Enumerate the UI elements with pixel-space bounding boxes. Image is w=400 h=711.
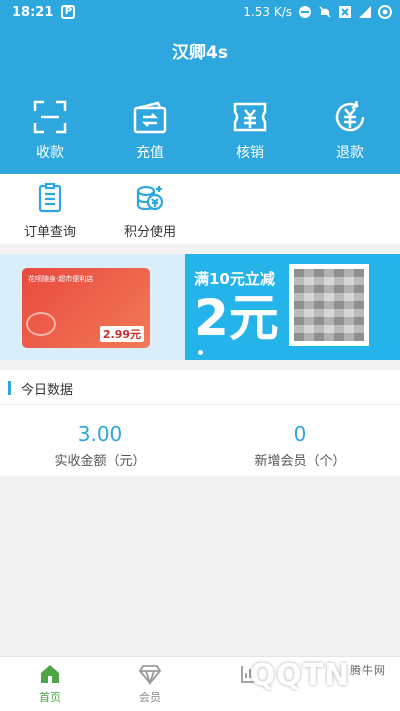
refund-label: 退款 [336,145,364,161]
order-query-label: 订单查询 [23,225,76,240]
section-accent-bar [8,381,11,395]
collect-payment-button[interactable]: 收款 [0,99,100,162]
banner-card-title: 花呗随身·超市便利店 [28,275,94,283]
banner-promo-line2: 2元 [194,289,279,347]
banner-card-price: 2.99元 [99,326,144,342]
today-data-section: 今日数据 3.00 实收金额（元） 0 新增会员（个） [0,370,400,476]
points-use-button[interactable]: 积分使用 [100,174,200,244]
refund-button[interactable]: 退款 [300,99,400,162]
signal-icon [359,6,371,18]
received-amount-stat: 3.00 实收金额（元） [0,422,200,469]
primary-actions: 收款 充值 核销 退款 [0,99,400,162]
battery-icon [378,5,392,19]
section-divider [0,404,400,405]
refund-icon [335,100,365,132]
tab-members-label: 会员 [139,691,161,704]
recharge-label: 充值 [136,145,164,161]
dnd-icon [299,6,311,18]
secondary-actions: 订单查询 积分使用 [0,174,400,244]
banner-page-indicator [198,350,203,355]
received-amount-value: 3.00 [77,422,123,446]
points-icon [136,185,164,211]
home-icon [41,665,59,683]
new-members-value: 0 [293,422,307,446]
page-title: 汉卿4s [172,43,228,63]
order-query-button[interactable]: 订单查询 [0,174,100,244]
app-header: 汉卿4s 收款 充值 核销 退款 [0,24,400,174]
verify-label: 核销 [236,145,264,161]
new-members-stat: 0 新增会员（个） [200,422,400,469]
points-use-label: 积分使用 [123,225,176,240]
mute-icon [319,6,331,18]
network-speed: 1.53 K/s [243,5,292,19]
new-members-label: 新增会员（个） [254,454,346,469]
parking-icon: P [61,5,76,19]
today-section-title: 今日数据 [21,382,74,398]
recharge-button[interactable]: 充值 [100,99,200,162]
bottom-tab-bar: 首页 会员 [0,656,400,711]
received-amount-label: 实收金额（元） [54,454,146,469]
banner-qr-code [289,264,369,346]
status-bar: 18:21 P 1.53 K/s [0,0,400,24]
close-status-icon [339,6,351,18]
order-icon [38,183,62,213]
ticket-icon [233,102,267,132]
chart-icon [241,666,258,683]
status-time: 18:21 [12,4,54,20]
banner-promo-line1: 满10元立减 [194,270,275,288]
status-right: 1.53 K/s [243,5,392,19]
banner-promo: 满10元立减 2元 [194,268,279,345]
empty-content-area [0,476,400,656]
tab-mine[interactable] [300,657,400,711]
tab-home-label: 首页 [39,691,61,704]
tab-members[interactable]: 会员 [100,657,200,711]
tab-home[interactable]: 首页 [0,657,100,711]
scan-icon [33,100,67,134]
banner-card: 花呗随身·超市便利店 2.99元 [22,268,150,348]
diamond-icon [139,665,161,685]
collect-payment-label: 收款 [36,145,64,161]
wallet-icon [133,101,167,134]
banner-card-logo [26,312,56,336]
tab-stats[interactable] [200,657,300,711]
today-section-header: 今日数据 [8,378,73,398]
promo-banner[interactable]: 花呗随身·超市便利店 2.99元 满10元立减 2元 [0,254,400,360]
verify-button[interactable]: 核销 [200,99,300,162]
